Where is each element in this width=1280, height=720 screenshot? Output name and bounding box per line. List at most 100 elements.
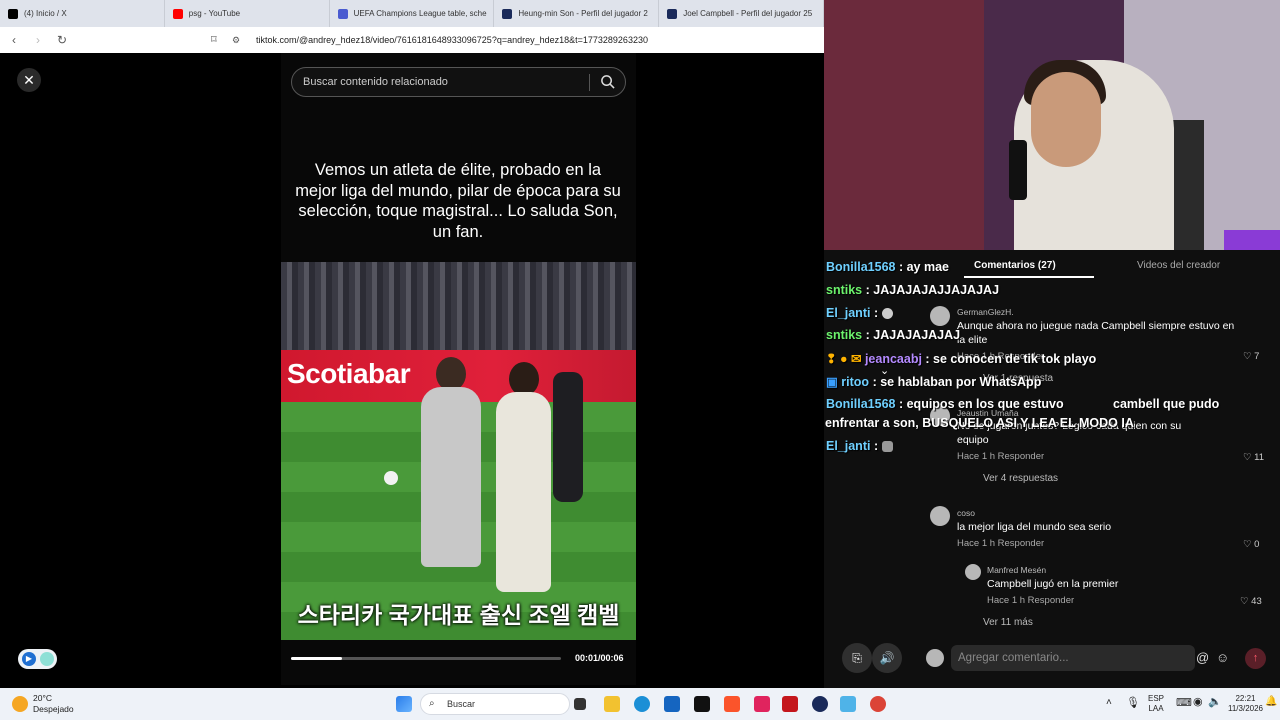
- app-icon[interactable]: [782, 696, 798, 712]
- brave-icon[interactable]: [724, 696, 740, 712]
- like-count[interactable]: ♡ 11: [1243, 452, 1264, 463]
- badge-icon: ❢: [826, 352, 837, 366]
- emote-icon: [881, 308, 893, 320]
- file-explorer-icon[interactable]: [604, 696, 620, 712]
- active-tab-indicator: [964, 276, 1094, 278]
- bookmark-icon[interactable]: ⌑: [211, 33, 217, 46]
- save-icon[interactable]: ⎘: [842, 643, 872, 673]
- status-icon: [40, 652, 54, 666]
- like-count[interactable]: ♡ 7: [1243, 351, 1259, 362]
- outlook-icon[interactable]: [664, 696, 680, 712]
- video-progress-bar[interactable]: [291, 657, 561, 660]
- tab-x[interactable]: (4) Inicio / X: [0, 0, 165, 27]
- taskbar: 20°C Despejado ⌕ Buscar ˄ 🎙 ESP LAA ⌨ ◉ 🔈 2…: [0, 688, 1280, 720]
- send-icon[interactable]: ↑: [1245, 648, 1266, 669]
- chat-username: Bonilla1568: [826, 397, 896, 411]
- chevron-down-icon[interactable]: ⌄: [880, 364, 889, 377]
- windows-start-icon[interactable]: [396, 696, 412, 712]
- volume-icon[interactable]: 🔈: [1208, 695, 1222, 708]
- avatar[interactable]: [965, 564, 981, 580]
- search-icon[interactable]: [600, 74, 615, 89]
- capcut-icon[interactable]: [694, 696, 710, 712]
- site-info-icon[interactable]: ⚙: [232, 35, 242, 46]
- view-more[interactable]: Ver 11 más: [983, 617, 1033, 628]
- tab-title: Heung-min Son - Perfil del jugador 2: [518, 9, 648, 18]
- comments-tabs: Comentarios (27) Videos del creador: [914, 260, 1280, 278]
- chat-text: : JAJAJAJAJJAJAJAJ: [865, 283, 1000, 297]
- close-icon[interactable]: ✕: [17, 68, 41, 92]
- notification-icon[interactable]: 🔔: [1265, 696, 1277, 707]
- like-value: 7: [1254, 351, 1260, 362]
- player-head: [509, 362, 539, 396]
- emote-icon: [881, 441, 893, 453]
- football: [384, 471, 398, 485]
- language-indicator[interactable]: ESP LAA: [1148, 694, 1164, 714]
- weather-temp: 20°C: [33, 693, 52, 703]
- tab-youtube[interactable]: psg - YouTube: [165, 0, 330, 27]
- video-caption: Vemos un atleta de élite, probado en la …: [295, 161, 621, 241]
- address-bar[interactable]: ⚙ tiktok.com/@andrey_hdez18/video/761618…: [232, 30, 822, 50]
- chrome-icon[interactable]: [870, 696, 886, 712]
- comment-meta[interactable]: Hace 1 h Responder: [957, 538, 1044, 549]
- chevron-up-icon[interactable]: ˄: [1106, 697, 1112, 708]
- tiktok-icon[interactable]: [754, 696, 770, 712]
- chat-text: :: [873, 306, 879, 320]
- korean-subtitle: 스타리카 국가대표 출신 조엘 캠벨: [297, 602, 620, 628]
- reload-icon[interactable]: ↻: [52, 33, 72, 47]
- clock-date: 11/3/2026: [1228, 704, 1263, 713]
- wifi-icon[interactable]: ◉: [1193, 695, 1203, 708]
- comment-text: Aunque ahora no juegue nada Campbell sie…: [957, 320, 1235, 346]
- chat-text: :: [873, 439, 879, 453]
- chat-username: jeancaabj: [864, 352, 922, 366]
- taskbar-search[interactable]: ⌕ Buscar: [420, 693, 570, 715]
- comment-meta[interactable]: Hace 1 h Responder: [957, 451, 1044, 462]
- app-icon[interactable]: [812, 696, 828, 712]
- chat-text: : se conocen de tik tok playo: [925, 352, 1097, 366]
- url-text: tiktok.com/@andrey_hdez18/video/76161816…: [256, 35, 648, 45]
- emoji-icon[interactable]: ☺: [1216, 650, 1229, 665]
- notepad-icon[interactable]: [840, 696, 856, 712]
- comment-username[interactable]: GermanGlezH.: [957, 307, 1014, 317]
- microphone-icon[interactable]: 🎙: [1126, 696, 1140, 709]
- search-label: Buscar: [447, 699, 476, 709]
- avatar[interactable]: [930, 506, 950, 526]
- video-clip: Scotiabar 스타리카 국가대표 출신 조엘 캠벨: [281, 262, 636, 640]
- flag-backdrop: [824, 0, 984, 250]
- related-search-input[interactable]: Buscar contenido relacionado: [291, 67, 626, 97]
- chat-message: El_janti :: [826, 306, 893, 320]
- back-icon[interactable]: ‹: [4, 33, 24, 47]
- chat-username: Bonilla1568: [826, 260, 896, 274]
- tab-campbell[interactable]: Joel Campbell - Perfil del jugador 25: [659, 0, 824, 27]
- tab-comments[interactable]: Comentarios (27): [974, 260, 1056, 271]
- weather-icon[interactable]: [12, 696, 28, 712]
- browser-tab-strip: (4) Inicio / X psg - YouTube UEFA Champi…: [0, 0, 824, 27]
- comment-username[interactable]: coso: [957, 508, 975, 518]
- chat-username: ritoo: [841, 375, 870, 389]
- like-count[interactable]: ♡ 0: [1243, 539, 1259, 550]
- comment-input[interactable]: Agregar comentario...: [951, 645, 1195, 671]
- network-icon[interactable]: ⌨: [1176, 696, 1192, 709]
- tab-title: Joel Campbell - Perfil del jugador 25: [683, 9, 813, 18]
- like-count[interactable]: ♡ 43: [1240, 596, 1262, 607]
- browser-toolbar: ‹ › ↻ ⌑ ⚙ tiktok.com/@andrey_hdez18/vide…: [0, 27, 824, 53]
- chat-text: : equipos en los que estuvo: [898, 397, 1064, 411]
- mention-icon[interactable]: @: [1196, 650, 1209, 665]
- avatar[interactable]: [930, 306, 950, 326]
- extension-badge[interactable]: ▶: [18, 649, 57, 669]
- chat-username: sntiks: [826, 328, 863, 342]
- forward-icon[interactable]: ›: [28, 33, 48, 47]
- comment-username[interactable]: Manfred Mesén: [987, 565, 1046, 575]
- tab-creator-videos[interactable]: Videos del creador: [1137, 260, 1220, 271]
- weather-widget[interactable]: 20°C Despejado: [33, 693, 74, 715]
- view-replies[interactable]: Ver 4 respuestas: [983, 473, 1058, 484]
- clock[interactable]: 22:21 11/3/2026: [1228, 694, 1263, 714]
- comment-meta[interactable]: Hace 1 h Responder: [987, 595, 1074, 606]
- tab-son[interactable]: Heung-min Son - Perfil del jugador 2: [494, 0, 660, 27]
- search-placeholder: Buscar contenido relacionado: [303, 76, 448, 88]
- tab-uefa[interactable]: UEFA Champions League table, sche: [330, 0, 495, 27]
- volume-icon[interactable]: 🔊: [872, 643, 902, 673]
- comment-text: Campbell jugó en la premier: [987, 578, 1119, 590]
- task-view-icon[interactable]: [574, 698, 586, 710]
- edge-icon[interactable]: [634, 696, 650, 712]
- progress-fill: [291, 657, 343, 660]
